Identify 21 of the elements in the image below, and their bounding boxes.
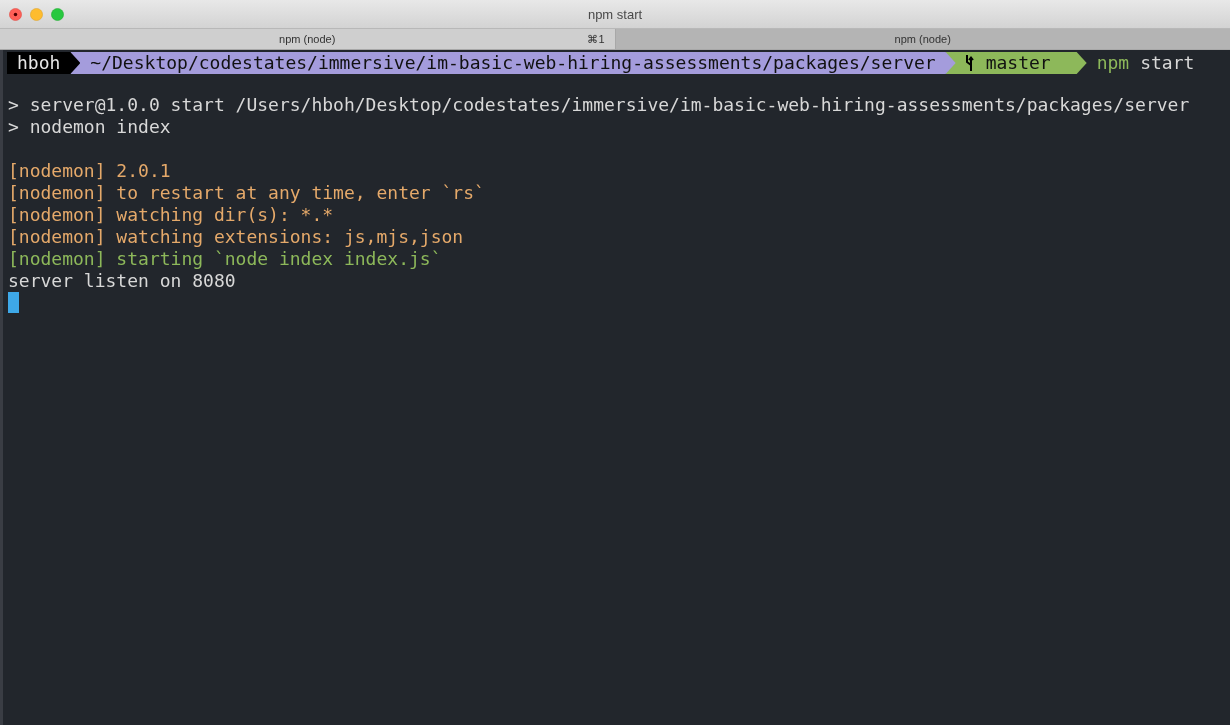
prompt-user: hboh	[7, 52, 81, 74]
output-line: [nodemon] watching extensions: js,mjs,json	[8, 226, 464, 247]
output-line: [nodemon] 2.0.1	[8, 160, 171, 181]
zoom-button[interactable]	[51, 7, 64, 21]
output-line: server listen on 8080	[8, 270, 236, 291]
branch-icon	[963, 54, 974, 72]
prompt-path: ~/Desktop/codestates/immersive/im-basic-web-hiring-assessments/packages/server	[70, 52, 956, 74]
command-name: npm	[1096, 52, 1130, 74]
close-button[interactable]	[9, 7, 22, 21]
output-line: > server@1.0.0 start /Users/hboh/Desktop/codestates/immersive/im-basic-web-hiring-assessments/packages/server	[8, 94, 1190, 115]
output-line: [nodemon] starting `node index index.js`	[8, 248, 442, 269]
output-line: [nodemon] watching dir(s): *.*	[8, 204, 334, 225]
text-cursor	[8, 292, 19, 313]
tab[interactable]: npm (node)	[615, 29, 1230, 49]
minimize-button[interactable]	[30, 7, 43, 21]
output-line: > nodemon index	[8, 116, 171, 137]
window-title: npm start	[587, 6, 643, 22]
output-line: [nodemon] to restart at any time, enter `rs`	[8, 182, 485, 203]
tab[interactable]: npm (node) ⌘1	[0, 29, 616, 49]
prompt-branch: master	[985, 52, 1051, 74]
command-argument: start	[1140, 52, 1195, 74]
